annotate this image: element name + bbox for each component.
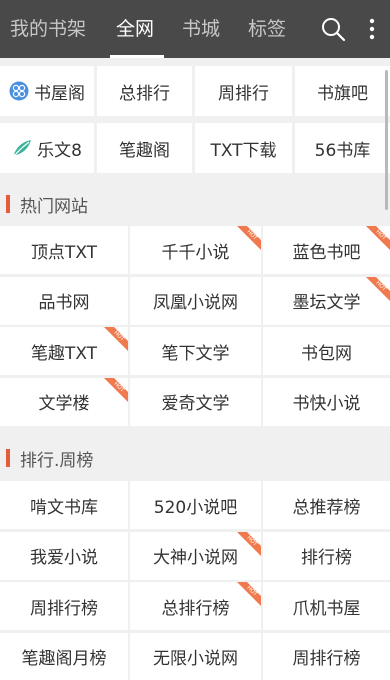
site-link[interactable]: 墨坛文学 HOT: [263, 276, 390, 325]
site-link-label: 笔下文学: [161, 343, 230, 364]
site-link[interactable]: 周排行榜: [263, 632, 390, 680]
site-link[interactable]: 千千小说 HOT: [130, 226, 261, 274]
quick-link[interactable]: 总排行: [97, 66, 192, 116]
section-header-hot-sites: 热门网站: [0, 184, 390, 224]
site-link[interactable]: 爱奇文学: [130, 377, 261, 426]
site-link[interactable]: 总排行榜 HOT: [130, 582, 261, 630]
site-link[interactable]: 书包网: [263, 327, 390, 375]
site-link[interactable]: 我爱小说: [0, 531, 128, 580]
site-link-label: 总推荐榜: [292, 497, 361, 518]
quick-link-label: TXT下载: [210, 140, 277, 161]
section-title: 排行.周榜: [20, 450, 94, 471]
tab-bookstore[interactable]: 书城: [182, 16, 220, 42]
site-link[interactable]: 周排行榜: [0, 582, 128, 630]
section-title: 热门网站: [20, 196, 88, 217]
quick-link-label: 总排行: [119, 83, 170, 104]
site-link[interactable]: 总推荐榜: [263, 481, 390, 529]
quick-link-label: 书屋阁: [34, 83, 85, 104]
quick-link[interactable]: 周排行: [195, 66, 292, 116]
scrollbar[interactable]: [385, 70, 388, 210]
site-link-label: 爱奇文学: [161, 394, 230, 414]
quick-link[interactable]: 书屋阁: [0, 66, 94, 116]
hot-badge-icon: HOT: [104, 327, 128, 351]
site-link-label: 总排行榜: [161, 598, 230, 619]
site-link-label: 爪机书屋: [292, 598, 361, 619]
site-link-label: 大神小说网: [153, 548, 238, 568]
site-link[interactable]: 品书网: [0, 276, 128, 325]
quick-link-label: 书旗吧: [317, 83, 368, 104]
site-link[interactable]: 顶点TXT: [0, 226, 128, 274]
quick-link-label: 笔趣阁: [119, 140, 170, 161]
flower-icon: [9, 81, 29, 101]
hot-badge-icon: HOT: [237, 226, 261, 250]
site-link[interactable]: 笔趣阁月榜: [0, 632, 128, 680]
site-link-label: 无限小说网: [153, 649, 238, 669]
tab-tags[interactable]: 标签: [248, 16, 286, 42]
section-accent-bar: [6, 195, 10, 213]
leaf-icon: [14, 140, 32, 156]
quick-link[interactable]: TXT下载: [195, 123, 292, 173]
site-link-label: 520小说吧: [153, 497, 238, 518]
site-link[interactable]: 凤凰小说网: [130, 276, 261, 325]
site-link-label: 周排行榜: [30, 598, 98, 619]
site-link[interactable]: 笔下文学: [130, 327, 261, 375]
site-link[interactable]: 排行榜: [263, 531, 390, 580]
more-vertical-icon[interactable]: [362, 16, 382, 42]
quick-link[interactable]: 56书库: [295, 123, 390, 173]
search-icon[interactable]: [320, 16, 346, 42]
site-link[interactable]: 书快小说: [263, 377, 390, 426]
site-link-label: 千千小说: [161, 242, 230, 263]
site-link-label: 书包网: [301, 343, 352, 364]
site-link-label: 周排行榜: [292, 649, 361, 669]
site-link[interactable]: 文学楼 HOT: [0, 377, 128, 426]
site-link-label: 我爱小说: [30, 548, 98, 568]
site-link[interactable]: 520小说吧: [130, 481, 261, 529]
hot-badge-icon: HOT: [104, 377, 128, 402]
site-link-label: 蓝色书吧: [292, 242, 361, 263]
site-link-label: 排行榜: [301, 548, 352, 568]
quick-link[interactable]: 笔趣阁: [97, 123, 192, 173]
hot-badge-icon: HOT: [366, 226, 390, 250]
quick-link-label: 56书库: [314, 140, 371, 161]
active-tab-indicator: [110, 55, 164, 58]
site-link[interactable]: 蓝色书吧 HOT: [263, 226, 390, 274]
site-link-label: 品书网: [38, 293, 90, 313]
site-link-label: 墨坛文学: [292, 293, 361, 313]
site-link-label: 凤凰小说网: [153, 293, 238, 313]
quick-link[interactable]: 乐文8: [0, 123, 94, 173]
hot-badge-icon: HOT: [237, 531, 261, 556]
site-link[interactable]: 大神小说网 HOT: [130, 531, 261, 580]
hot-badge-icon: HOT: [237, 582, 261, 606]
site-link[interactable]: 笔趣TXT HOT: [0, 327, 128, 375]
site-link-label: 啃文书库: [30, 497, 98, 518]
quick-link-label: 周排行: [218, 83, 269, 104]
site-link-label: 笔趣TXT: [30, 343, 98, 364]
site-link-label: 笔趣阁月榜: [21, 649, 107, 669]
site-link[interactable]: 无限小说网: [130, 632, 261, 680]
section-header-rankings: 排行.周榜: [0, 438, 390, 478]
tab-all-web[interactable]: 全网: [116, 16, 154, 42]
quick-link-label: 乐文8: [37, 140, 82, 161]
hot-badge-icon: HOT: [366, 276, 390, 301]
site-link-label: 书快小说: [292, 394, 361, 414]
site-link[interactable]: 爪机书屋: [263, 582, 390, 630]
tab-bookshelf[interactable]: 我的书架: [10, 16, 86, 42]
site-link-label: 顶点TXT: [30, 242, 98, 263]
site-link-label: 文学楼: [38, 394, 90, 414]
top-nav-bar: 我的书架 全网 书城 标签: [0, 0, 390, 58]
section-accent-bar: [6, 449, 10, 467]
quick-link[interactable]: 书旗吧: [295, 66, 390, 116]
site-link[interactable]: 啃文书库: [0, 481, 128, 529]
